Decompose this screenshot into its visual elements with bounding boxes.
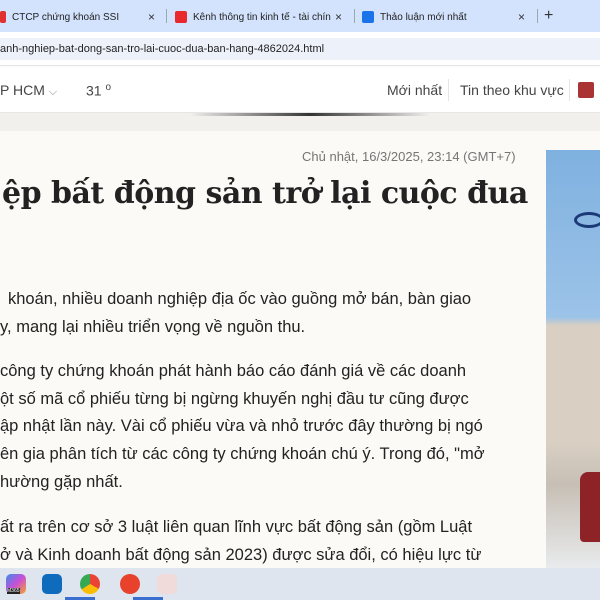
article-paragraph-line: ất ra trên cơ sở 3 luật liên quan lĩnh v…	[0, 518, 473, 536]
tab-label: Thảo luận mới nhất	[380, 11, 467, 23]
new-tab-button[interactable]: +	[544, 7, 553, 25]
temp-value: 31	[86, 82, 102, 99]
article-paragraph-line: công ty chứng khoán phát hành báo cáo đá…	[0, 362, 467, 380]
tab-separator	[166, 9, 167, 23]
article-paragraph-line: ập nhật lần này. Vài cổ phiếu vừa và nhỏ…	[0, 417, 483, 435]
article-paragraph-line: hường gặp nhất.	[0, 473, 123, 491]
close-tab-icon[interactable]: ×	[335, 10, 342, 24]
tab-cafef[interactable]: Kênh thông tin kinh tế - tài chín ×	[175, 4, 350, 30]
tab-ssi[interactable]: CTCP chứng khoán SSI ×	[0, 4, 165, 30]
address-bar: anh-nghiep-bat-dong-san-tro-lai-cuoc-dua…	[0, 32, 600, 66]
e-paper-icon[interactable]	[578, 82, 594, 98]
tab-label: Kênh thông tin kinh tế - tài chín	[193, 11, 331, 23]
article-paragraph-line: ên gia phân tích từ các công ty chứng kh…	[0, 445, 485, 463]
nav-latest[interactable]: Mới nhất	[387, 82, 442, 98]
chrome-icon[interactable]	[80, 574, 100, 594]
m365-icon[interactable]: M365	[6, 574, 26, 594]
chevron-down-icon: ⌵	[48, 86, 58, 98]
article-lead-line: khoán, nhiều doanh nghiệp địa ốc vào guồ…	[8, 290, 472, 308]
article-title: ệp bất động sản trở lại cuộc đua	[2, 176, 528, 211]
degree-symbol: o	[105, 82, 112, 93]
tab-separator	[537, 9, 538, 23]
location-label: P HCM	[0, 82, 45, 98]
hyundai-logo-icon	[574, 212, 600, 228]
tab-separator	[354, 9, 355, 23]
site-nav: P HCM ⌵ 31 o Mới nhất Tin theo khu vực	[0, 67, 600, 113]
ssi-favicon-icon	[0, 11, 6, 23]
scroll-indicator	[190, 113, 430, 116]
location-selector[interactable]: P HCM ⌵	[0, 82, 57, 99]
weather-temp: 31 o	[86, 82, 111, 99]
article-paragraph-line: ở và Kinh doanh bất động sản 2023) được …	[0, 546, 482, 564]
article-date: Chủ nhật, 16/3/2025, 23:14 (GMT+7)	[302, 149, 516, 164]
tab-label: CTCP chứng khoán SSI	[12, 11, 120, 23]
car-image	[580, 472, 600, 542]
app-icon[interactable]	[157, 574, 177, 594]
wps-office-icon[interactable]	[120, 574, 140, 594]
url-input[interactable]: anh-nghiep-bat-dong-san-tro-lai-cuoc-dua…	[0, 38, 600, 60]
header-strip	[0, 113, 600, 131]
nav-divider	[448, 79, 449, 101]
advertisement-banner[interactable]	[546, 150, 600, 568]
tab-bar: CTCP chứng khoán SSI × Kênh thông tin kin…	[0, 0, 600, 32]
article-lead-line: y, mang lại nhiều triển vọng về nguồn th…	[0, 318, 306, 336]
outlook-icon[interactable]	[42, 574, 62, 594]
forum-favicon-icon	[362, 11, 374, 23]
nav-divider	[569, 79, 570, 101]
nav-regional[interactable]: Tin theo khu vực	[460, 82, 564, 98]
article-paragraph-line: ột số mã cổ phiếu từng bị ngừng khuyến n…	[0, 390, 469, 408]
tab-thao-luan[interactable]: Thảo luận mới nhất ×	[362, 4, 532, 30]
close-tab-icon[interactable]: ×	[518, 10, 525, 24]
taskbar: M365	[0, 568, 600, 600]
close-tab-icon[interactable]: ×	[148, 10, 155, 24]
m365-label: M365	[7, 588, 20, 594]
cafef-favicon-icon	[175, 11, 187, 23]
